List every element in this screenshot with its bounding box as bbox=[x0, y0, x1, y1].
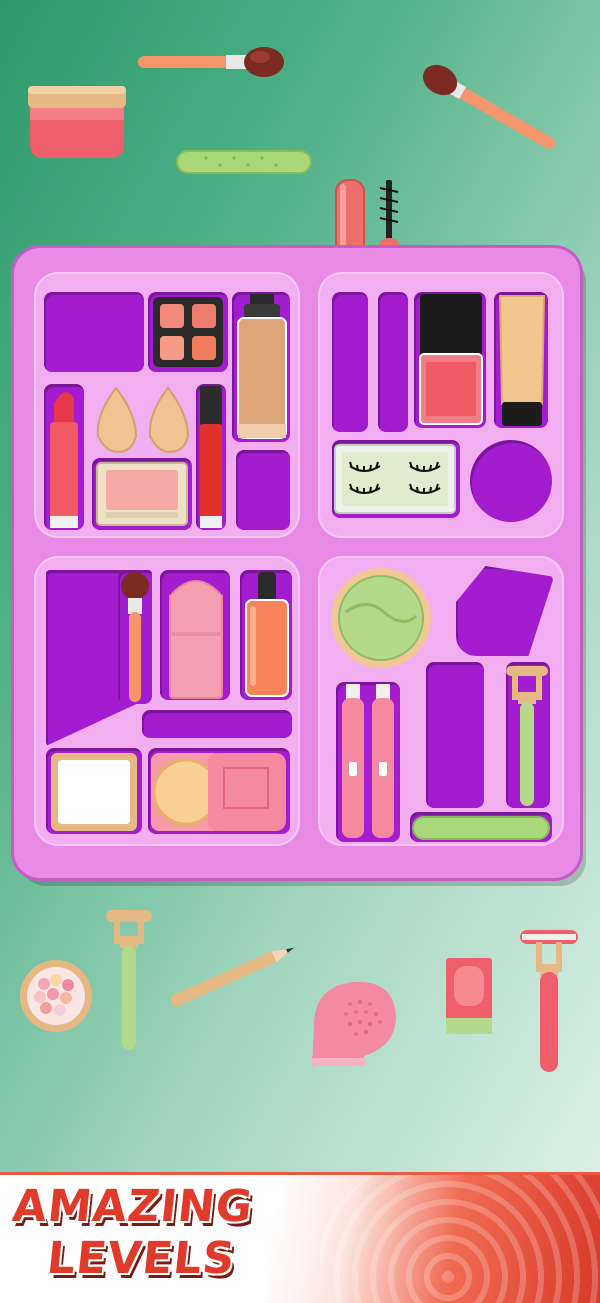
roller-icon[interactable] bbox=[504, 662, 550, 808]
beauty-sponge-icon[interactable] bbox=[92, 384, 192, 454]
eye-gel-pads-icon[interactable] bbox=[328, 566, 434, 670]
rose-quartz-roller-icon[interactable] bbox=[518, 928, 580, 1074]
powder-puff-compact-icon[interactable] bbox=[150, 752, 288, 832]
nail-file-icon[interactable] bbox=[412, 816, 550, 840]
nail-file-icon[interactable] bbox=[176, 150, 312, 174]
empty-slot[interactable] bbox=[142, 710, 292, 738]
foundation-bottle-icon[interactable] bbox=[236, 292, 288, 442]
nail-polish-icon[interactable] bbox=[418, 292, 484, 426]
empty-slot[interactable] bbox=[44, 292, 144, 372]
brush-icon[interactable] bbox=[118, 570, 152, 704]
banner-title: AMAZING LEVELS bbox=[5, 1181, 256, 1285]
promo-banner: AMAZING LEVELS bbox=[0, 1172, 600, 1303]
slot-mascara[interactable] bbox=[378, 292, 408, 432]
slot-lip-gloss[interactable] bbox=[332, 292, 368, 432]
cushion-compact-icon[interactable] bbox=[164, 572, 228, 700]
brow-trimmer-icon[interactable] bbox=[340, 682, 398, 842]
concealer-tube-icon[interactable] bbox=[498, 294, 546, 428]
banner-decoration bbox=[320, 1175, 600, 1303]
lipstick-icon[interactable] bbox=[48, 384, 80, 530]
eyeliner-pencil-icon[interactable] bbox=[162, 940, 304, 1010]
serum-bottle-icon[interactable] bbox=[444, 956, 494, 1036]
blush-ball-compact-icon[interactable] bbox=[18, 958, 94, 1034]
angled-brush-icon[interactable] bbox=[412, 60, 572, 160]
blush-compact-icon[interactable] bbox=[96, 462, 188, 526]
face-cream-jar-icon[interactable] bbox=[28, 84, 126, 160]
perfume-bottle-icon[interactable] bbox=[244, 570, 290, 700]
makeup-brush-icon[interactable] bbox=[136, 44, 286, 84]
banner-title-line-2: LEVELS bbox=[44, 1233, 238, 1284]
banner-title-line-1: AMAZING bbox=[10, 1181, 256, 1232]
empty-slot[interactable] bbox=[426, 662, 484, 808]
facial-cleansing-brush-icon[interactable] bbox=[304, 976, 400, 1070]
pressed-powder-icon[interactable] bbox=[50, 752, 138, 832]
empty-round-slot[interactable] bbox=[470, 440, 552, 522]
eyeshadow-palette-icon[interactable] bbox=[152, 296, 224, 368]
liquid-lipstick-icon[interactable] bbox=[198, 384, 224, 530]
false-eyelashes-icon[interactable] bbox=[334, 444, 456, 514]
empty-slot[interactable] bbox=[236, 450, 290, 530]
face-roller-icon[interactable] bbox=[104, 906, 154, 1052]
